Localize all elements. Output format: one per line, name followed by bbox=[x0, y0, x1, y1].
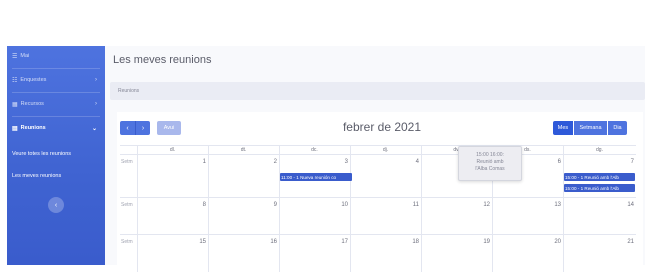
calendar-icon: ▤ bbox=[12, 125, 18, 132]
menu-icon: ☰ bbox=[12, 53, 18, 60]
main-content: Les meves reunions Reunions ‹ › Avui feb… bbox=[105, 46, 645, 272]
calendar-event[interactable]: 15:00 - 1 Reunió amb l'Alb bbox=[564, 184, 635, 192]
day-number[interactable]: 11 bbox=[350, 202, 419, 208]
day-number[interactable]: 17 bbox=[279, 239, 348, 245]
calendar-event[interactable]: 15:00 - 1 Reunió amb l'Alb bbox=[564, 173, 635, 181]
day-header-row: dl. dt. dc. dj. dv. ds. dg. bbox=[120, 145, 636, 155]
sidebar-toggle-button[interactable]: ‹ bbox=[48, 197, 64, 213]
day-number[interactable]: 1 bbox=[137, 159, 206, 165]
sidebar-item-mai[interactable]: ☰ Mai bbox=[7, 46, 105, 66]
sidebar-divider bbox=[12, 92, 100, 93]
week-label: Setm bbox=[121, 239, 133, 245]
view-week-button[interactable]: Setmana bbox=[574, 121, 607, 135]
day-number[interactable]: 12 bbox=[421, 202, 490, 208]
week-row: Setm 8 9 10 11 12 13 14 bbox=[120, 198, 636, 235]
sidebar-item-reunions[interactable]: ▤ Reunions ⌄ bbox=[7, 118, 105, 138]
day-number[interactable]: 18 bbox=[350, 239, 419, 245]
view-month-button[interactable]: Mes bbox=[553, 121, 573, 135]
day-header: dj. bbox=[382, 147, 389, 153]
today-button[interactable]: Avui bbox=[157, 121, 181, 135]
chevron-right-icon: › bbox=[95, 101, 97, 107]
day-number[interactable]: 16 bbox=[208, 239, 277, 245]
next-button[interactable]: › bbox=[135, 121, 150, 135]
day-number[interactable]: 15 bbox=[137, 239, 206, 245]
day-number[interactable]: 21 bbox=[563, 239, 634, 245]
day-header: dc. bbox=[311, 147, 318, 153]
day-header: dg. bbox=[596, 147, 603, 153]
calendar-title: febrer de 2021 bbox=[342, 120, 422, 134]
calendar-card: ‹ › Avui febrer de 2021 Mes Setmana Dia … bbox=[117, 112, 643, 272]
day-number[interactable]: 2 bbox=[208, 159, 277, 165]
day-number[interactable]: 9 bbox=[208, 202, 277, 208]
sidebar-item-label: Recursos bbox=[20, 101, 44, 107]
sidebar-item-enquestes[interactable]: ☷ Enquestes › bbox=[7, 70, 105, 90]
week-row: Setm 15 16 17 18 19 20 21 bbox=[120, 235, 636, 272]
sidebar: ☰ Mai ☷ Enquestes › ▦ Recursos › ▤ Reuni… bbox=[7, 46, 105, 265]
day-header: dt. bbox=[240, 147, 247, 153]
week-label: Setm bbox=[121, 202, 133, 208]
calendar-grid: dl. dt. dc. dj. dv. ds. dg. Setm 1 2 3 4… bbox=[120, 145, 636, 272]
grid-icon: ☷ bbox=[12, 77, 18, 84]
day-number[interactable]: 20 bbox=[492, 239, 561, 245]
week-label: Setm bbox=[121, 159, 133, 165]
day-number[interactable]: 4 bbox=[350, 159, 419, 165]
week-row: Setm 1 2 3 4 5 6 7 11:00 - 1 Nueva reuni… bbox=[120, 155, 636, 198]
sidebar-item-recursos[interactable]: ▦ Recursos › bbox=[7, 94, 105, 114]
day-number[interactable]: 13 bbox=[492, 202, 561, 208]
day-number[interactable]: 7 bbox=[563, 159, 634, 165]
prev-button[interactable]: ‹ bbox=[120, 121, 135, 135]
sidebar-item-label: Reunions bbox=[20, 125, 46, 131]
top-area bbox=[0, 0, 645, 46]
chevron-down-icon: ⌄ bbox=[91, 125, 97, 132]
tooltip-line: l'Alba Comas bbox=[475, 166, 505, 172]
view-day-button[interactable]: Dia bbox=[608, 121, 627, 135]
breadcrumb: Reunions bbox=[110, 82, 645, 100]
grid-icon: ▦ bbox=[12, 101, 18, 108]
day-header: dl. bbox=[169, 147, 176, 153]
day-number[interactable]: 14 bbox=[563, 202, 634, 208]
sidebar-divider bbox=[12, 116, 100, 117]
tooltip-line: Reunió amb bbox=[476, 159, 504, 165]
calendar-event[interactable]: 11:00 - 1 Nueva reunión co bbox=[280, 173, 352, 181]
chevron-right-icon: › bbox=[95, 77, 97, 83]
sidebar-divider bbox=[12, 68, 100, 69]
submenu-les-meves[interactable]: Les meves reunions bbox=[7, 169, 105, 183]
day-number[interactable]: 19 bbox=[421, 239, 490, 245]
sidebar-item-label: Enquestes bbox=[20, 77, 47, 83]
day-number[interactable]: 8 bbox=[137, 202, 206, 208]
sidebar-item-label: Mai bbox=[20, 53, 30, 59]
day-number[interactable]: 10 bbox=[279, 202, 348, 208]
submenu-veure-totes[interactable]: Veure totes les reunions bbox=[7, 147, 105, 161]
tooltip-time: 15:00 16:00: bbox=[476, 152, 504, 158]
day-number[interactable]: 3 bbox=[279, 159, 348, 165]
page-title: Les meves reunions bbox=[113, 54, 212, 66]
event-tooltip: 15:00 16:00: Reunió amb l'Alba Comas bbox=[458, 146, 522, 181]
